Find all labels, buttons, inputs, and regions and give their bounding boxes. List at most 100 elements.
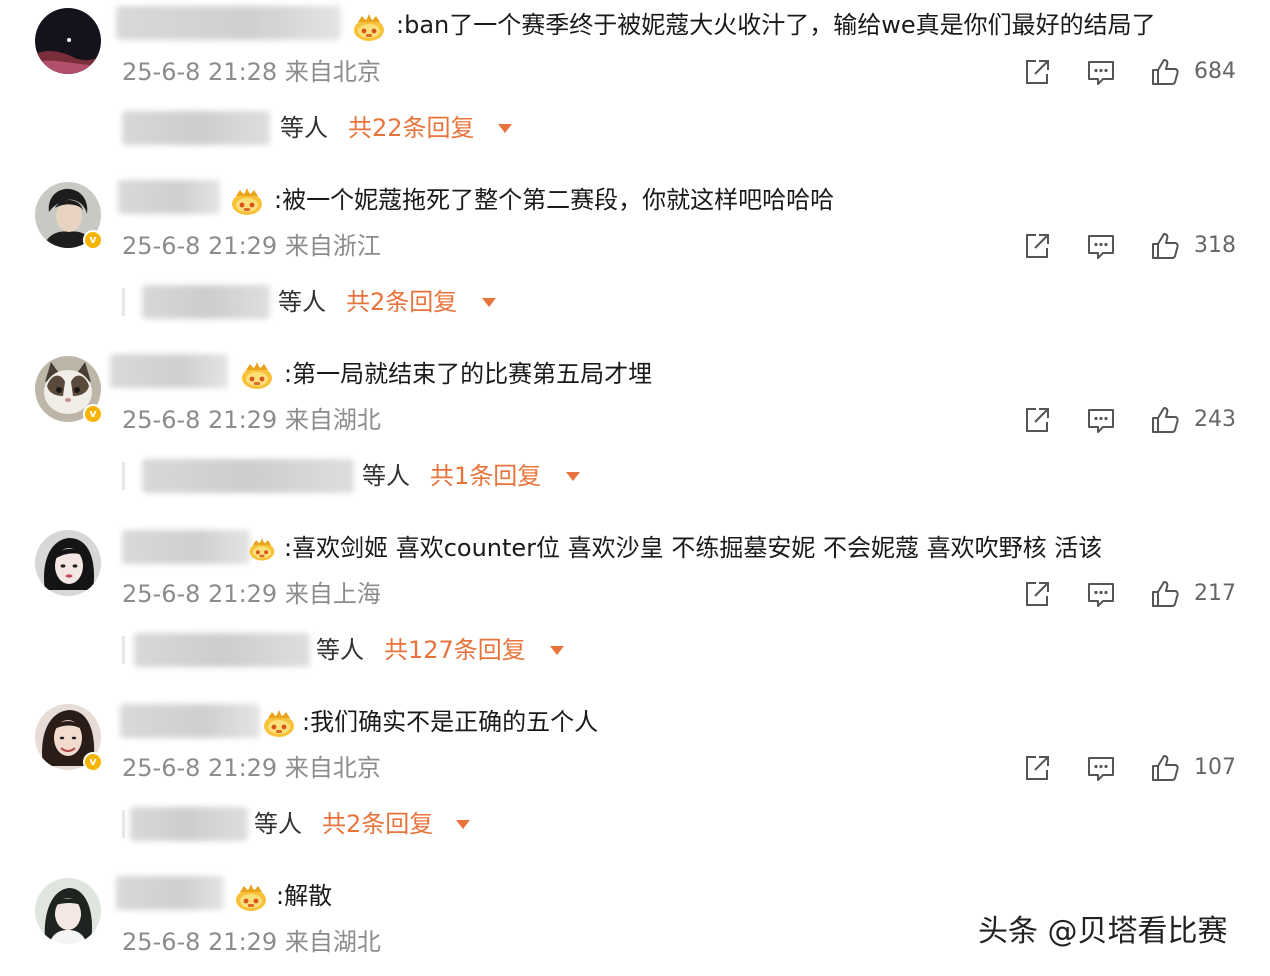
thumbs-up-icon[interactable] (1150, 231, 1180, 261)
reply-user-redacted (122, 111, 270, 145)
verified-badge: v (83, 404, 103, 424)
caret-down-icon[interactable] (550, 646, 564, 655)
reply-user-redacted (134, 633, 310, 667)
verified-badge: v (83, 230, 103, 250)
comment-actions: 684 (1020, 55, 1240, 89)
comment-actions: 217 (1020, 577, 1240, 611)
verified-badge: v (83, 752, 103, 772)
comment-location: 来自上海 (284, 580, 381, 608)
comment-time: 25-6-8 21:28 (122, 58, 278, 86)
comment-icon[interactable] (1086, 405, 1116, 435)
reply-summary[interactable]: 等人 共22条回复 (122, 111, 542, 145)
reply-count-link[interactable]: 共22条回复 (348, 111, 475, 145)
reply-count-link[interactable]: 共127条回复 (384, 633, 526, 667)
thumbs-up-icon[interactable] (1150, 579, 1180, 609)
thumbs-up-icon[interactable] (1150, 753, 1180, 783)
comment-location: 来自浙江 (284, 232, 381, 260)
reply-user-redacted (142, 285, 270, 319)
crown-icon (352, 12, 386, 42)
comment-text: :ban了一个赛季终于被妮蔻大火收汁了，输给we真是你们最好的结局了 (396, 11, 1156, 39)
reply-count-link[interactable]: 共2条回复 (346, 285, 457, 319)
thumbs-up-icon[interactable] (1150, 405, 1180, 435)
comment-time: 25-6-8 21:29 (122, 928, 278, 956)
reply-summary[interactable]: 等人 共127条回复 (122, 633, 592, 667)
username-redacted[interactable] (116, 6, 341, 40)
share-icon[interactable] (1022, 579, 1052, 609)
username-redacted[interactable] (120, 704, 260, 738)
comment-time: 25-6-8 21:29 (122, 754, 278, 782)
comment-meta: 25-6-8 21:29 来自湖北 (122, 925, 381, 959)
caret-down-icon[interactable] (498, 124, 512, 133)
comment-icon[interactable] (1086, 57, 1116, 87)
reply-suffix: 等人 (278, 288, 326, 316)
reply-user-redacted (130, 807, 248, 841)
reply-suffix: 等人 (316, 636, 364, 664)
comment-item: v :第一局就结束了的比赛第五局才埋 25-6-8 21:29 来自湖北 243… (0, 348, 1270, 522)
avatar[interactable] (35, 530, 101, 596)
comment-item: v :我们确实不是正确的五个人 25-6-8 21:29 来自北京 107 等人… (0, 696, 1270, 870)
comment-text: :第一局就结束了的比赛第五局才埋 (284, 360, 653, 388)
username-redacted[interactable] (110, 354, 228, 388)
reply-summary[interactable]: 等人 共1条回复 (122, 459, 602, 493)
comment-location: 来自北京 (284, 58, 381, 86)
share-icon[interactable] (1022, 753, 1052, 783)
comment-meta: 25-6-8 21:29 来自浙江 (122, 229, 381, 263)
reply-summary[interactable]: 等人 共2条回复 (122, 807, 502, 841)
comment-actions: 107 (1020, 751, 1240, 785)
thumbs-up-icon[interactable] (1150, 57, 1180, 87)
share-icon[interactable] (1022, 405, 1052, 435)
crown-icon (248, 536, 276, 562)
comment-text: :我们确实不是正确的五个人 (302, 708, 599, 736)
comment-actions: 318 (1020, 229, 1240, 263)
reply-count-link[interactable]: 共2条回复 (322, 807, 433, 841)
avatar[interactable]: v (35, 356, 103, 424)
comment-text: :解散 (276, 882, 333, 910)
avatar[interactable] (35, 8, 101, 74)
avatar-image (35, 878, 101, 944)
avatar[interactable]: v (35, 704, 103, 772)
reply-user-redacted (142, 459, 354, 493)
comment-time: 25-6-8 21:29 (122, 580, 278, 608)
crown-icon (230, 186, 264, 216)
comment-item: :喜欢剑姬 喜欢counter位 喜欢沙皇 不练掘墓安妮 不会妮蔻 喜欢吹野核 … (0, 522, 1270, 696)
like-count: 684 (1194, 59, 1236, 84)
share-icon[interactable] (1022, 231, 1052, 261)
reply-summary[interactable]: 等人 共2条回复 (122, 285, 522, 319)
reply-divider (122, 810, 125, 838)
comment-meta: 25-6-8 21:29 来自北京 (122, 751, 381, 785)
caret-down-icon[interactable] (482, 298, 496, 307)
crown-icon (240, 360, 274, 390)
comment-actions: 243 (1020, 403, 1240, 437)
username-redacted[interactable] (118, 180, 220, 214)
watermark: 头条 @贝塔看比赛 (978, 914, 1228, 949)
reply-suffix: 等人 (362, 462, 410, 490)
comment-location: 来自北京 (284, 754, 381, 782)
username-redacted[interactable] (116, 876, 224, 910)
comment-item: v :被一个妮蔻拖死了整个第二赛段，你就这样吧哈哈哈 25-6-8 21:29 … (0, 174, 1270, 348)
avatar[interactable] (35, 878, 101, 944)
share-icon[interactable] (1022, 57, 1052, 87)
reply-divider (122, 636, 125, 664)
like-count: 243 (1194, 407, 1236, 432)
reply-suffix: 等人 (280, 114, 328, 142)
avatar-image (35, 530, 101, 596)
username-redacted[interactable] (122, 530, 250, 564)
comment-icon[interactable] (1086, 579, 1116, 609)
comment-time: 25-6-8 21:29 (122, 406, 278, 434)
comment-location: 来自湖北 (284, 406, 381, 434)
like-count: 107 (1194, 755, 1236, 780)
comment-text: :被一个妮蔻拖死了整个第二赛段，你就这样吧哈哈哈 (274, 186, 835, 214)
crown-icon (234, 882, 268, 912)
reply-count-link[interactable]: 共1条回复 (430, 459, 541, 493)
comment-item: :ban了一个赛季终于被妮蔻大火收汁了，输给we真是你们最好的结局了 25-6-… (0, 0, 1270, 174)
reply-suffix: 等人 (254, 810, 302, 838)
caret-down-icon[interactable] (566, 472, 580, 481)
comment-time: 25-6-8 21:29 (122, 232, 278, 260)
comment-meta: 25-6-8 21:29 来自湖北 (122, 403, 381, 437)
comment-icon[interactable] (1086, 231, 1116, 261)
caret-down-icon[interactable] (456, 820, 470, 829)
reply-divider (122, 288, 125, 316)
comment-location: 来自湖北 (284, 928, 381, 956)
comment-icon[interactable] (1086, 753, 1116, 783)
avatar[interactable]: v (35, 182, 103, 250)
